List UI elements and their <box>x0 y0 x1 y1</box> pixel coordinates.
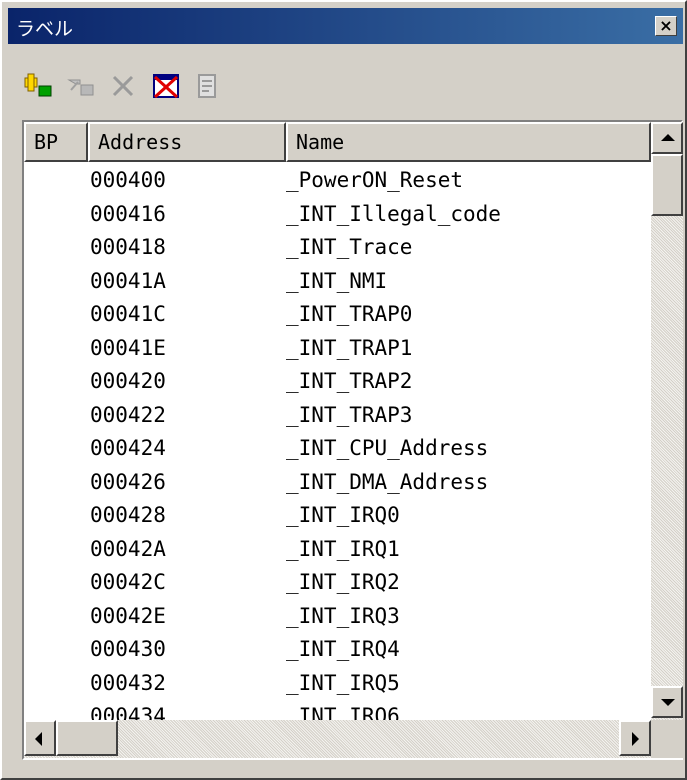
address-cell: 000400 <box>90 168 166 192</box>
name-cell: _INT_TRAP3 <box>286 402 413 427</box>
name-cell: _INT_DMA_Address <box>286 469 489 494</box>
address-cell: 000418 <box>90 235 166 259</box>
table-row[interactable]: 000426 _INT_DMA_Address <box>24 466 651 500</box>
table-row[interactable]: 00042C _INT_IRQ2 <box>24 566 651 600</box>
add-label-icon <box>24 73 52 97</box>
arrow-down-icon <box>661 699 675 706</box>
name-cell: _INT_CPU_Address <box>286 436 489 460</box>
delete-label-icon <box>112 75 134 97</box>
vertical-scroll-thumb[interactable] <box>651 154 683 216</box>
toolbar <box>22 70 322 110</box>
arrow-right-icon <box>632 732 639 746</box>
title-bar[interactable]: ラベル × <box>8 8 683 44</box>
table-row[interactable]: 000430 _INT_IRQ4 <box>24 633 651 667</box>
column-header-name[interactable]: Name <box>286 122 651 162</box>
name-cell: _INT_TRAP1 <box>286 335 413 360</box>
name-cell: _PowerON_Reset <box>286 168 464 192</box>
address-cell: 000434 <box>90 704 166 720</box>
properties-icon <box>198 74 216 98</box>
name-cell: _INT_IRQ6 <box>286 704 400 720</box>
address-cell: 000424 <box>90 436 166 460</box>
address-cell: 00042A <box>90 536 166 561</box>
table-row[interactable]: 000416 _INT_Illegal_code <box>24 198 651 232</box>
table-row[interactable]: 00041E _INT_TRAP1 <box>24 332 651 366</box>
name-cell: _INT_IRQ3 <box>286 603 400 628</box>
scroll-right-button[interactable] <box>619 720 651 756</box>
properties-button[interactable] <box>192 70 226 104</box>
window-title: ラベル <box>16 18 74 40</box>
name-cell: _INT_IRQ4 <box>286 637 400 661</box>
label-window: ラベル × BP Address Name 000400 _PowerON_Re… <box>0 0 687 780</box>
edit-label-button[interactable] <box>66 70 100 104</box>
table-row[interactable]: 000434 _INT_IRQ6 <box>24 700 651 720</box>
vertical-scrollbar[interactable] <box>651 122 683 720</box>
delete-all-labels-button[interactable] <box>150 70 184 104</box>
horizontal-scrollbar[interactable] <box>24 720 651 758</box>
address-cell: 000422 <box>90 402 166 427</box>
address-cell: 000428 <box>90 503 166 527</box>
name-cell: _INT_IRQ5 <box>286 670 400 695</box>
column-header-address[interactable]: Address <box>88 122 286 162</box>
table-row[interactable]: 00042A _INT_IRQ1 <box>24 533 651 567</box>
name-cell: _INT_TRAP0 <box>286 302 413 326</box>
address-cell: 000420 <box>90 369 166 393</box>
list-body: 000400 _PowerON_Reset 000416 _INT_Illegal_c… <box>24 162 651 720</box>
table-row[interactable]: 00041A _INT_NMI <box>24 265 651 299</box>
table-row[interactable]: 000420 _INT_TRAP2 <box>24 365 651 399</box>
add-label-button[interactable] <box>22 70 56 104</box>
table-row[interactable]: 000428 _INT_IRQ0 <box>24 499 651 533</box>
table-row[interactable]: 000400 _PowerON_Reset <box>24 164 651 198</box>
address-cell: 000426 <box>90 469 166 494</box>
scroll-left-button[interactable] <box>24 720 56 756</box>
address-cell: 00041E <box>90 335 166 360</box>
table-row[interactable]: 000422 _INT_TRAP3 <box>24 399 651 433</box>
address-cell: 000432 <box>90 670 166 695</box>
column-header-bp[interactable]: BP <box>24 122 88 162</box>
name-cell: _INT_IRQ2 <box>286 570 400 594</box>
horizontal-scroll-thumb[interactable] <box>56 720 118 756</box>
table-row[interactable]: 00041C _INT_TRAP0 <box>24 298 651 332</box>
scroll-down-button[interactable] <box>651 686 683 718</box>
name-cell: _INT_IRQ0 <box>286 503 400 527</box>
delete-label-button[interactable] <box>108 70 142 104</box>
table-row[interactable]: 000418 _INT_Trace <box>24 231 651 265</box>
label-list: BP Address Name 000400 _PowerON_Reset 0004… <box>22 120 683 760</box>
table-row[interactable]: 000424 _INT_CPU_Address <box>24 432 651 466</box>
address-cell: 00042E <box>90 603 166 628</box>
edit-label-icon <box>67 79 94 96</box>
address-cell: 000430 <box>90 637 166 661</box>
address-cell: 00041C <box>90 302 166 326</box>
scroll-up-button[interactable] <box>651 122 683 154</box>
address-cell: 00042C <box>90 570 166 594</box>
address-cell: 00041A <box>90 268 166 293</box>
list-header: BP Address Name <box>24 122 651 162</box>
name-cell: _INT_TRAP2 <box>286 369 413 393</box>
close-icon: × <box>659 16 673 35</box>
table-row[interactable]: 00042E _INT_IRQ3 <box>24 600 651 634</box>
name-cell: _INT_NMI <box>286 268 388 293</box>
table-row[interactable]: 000432 _INT_IRQ5 <box>24 667 651 701</box>
name-cell: _INT_Illegal_code <box>286 201 501 226</box>
address-cell: 000416 <box>90 201 166 226</box>
name-cell: _INT_IRQ1 <box>286 536 400 561</box>
close-button[interactable]: × <box>655 16 677 36</box>
scroll-corner <box>651 720 683 758</box>
arrow-up-icon <box>661 134 675 141</box>
delete-all-labels-icon <box>153 74 179 99</box>
name-cell: _INT_Trace <box>286 235 413 259</box>
arrow-left-icon <box>35 732 42 746</box>
